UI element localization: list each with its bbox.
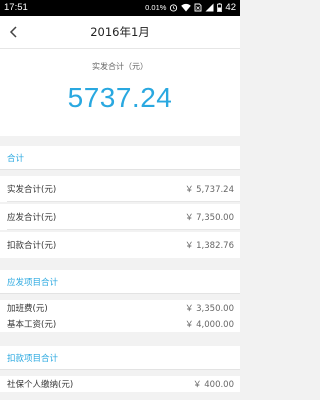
list-item: 扣款合计(元) ￥ 1,382.76: [0, 232, 240, 258]
no-sim-icon: [194, 3, 202, 12]
back-arrow-icon[interactable]: [6, 24, 22, 40]
alarm-icon: [169, 3, 178, 12]
net-pay-summary: 实发合计（元） 5737.24: [0, 48, 240, 136]
section-header-payable: 应发项目合计: [0, 270, 240, 294]
net-pay-label: 实发合计（元）: [92, 62, 148, 71]
net-pay-amount: 5737.24: [67, 82, 173, 113]
battery-icon: [217, 3, 223, 12]
row-value: ￥ 400.00: [193, 380, 234, 390]
status-indicators: 0.01% 42: [145, 2, 236, 13]
page-title: 2016年1月: [90, 25, 150, 39]
row-value: ￥ 7,350.00: [184, 213, 234, 223]
list-item: 基本工资(元) ￥ 4,000.00: [0, 316, 240, 332]
row-value: ￥ 3,350.00: [184, 304, 234, 314]
row-label: 扣款合计(元): [7, 241, 57, 251]
row-value: ￥ 5,737.24: [184, 185, 234, 195]
section-title-payable: 应发项目合计: [7, 278, 59, 288]
list-item: 社保个人缴纳(元) ￥ 400.00: [0, 376, 240, 392]
status-bar: 17:51 0.01% 42: [0, 0, 240, 16]
section-title-deduction: 扣款项目合计: [7, 354, 59, 364]
row-value: ￥ 4,000.00: [184, 320, 234, 330]
list-item: 加班费(元) ￥ 3,350.00: [0, 300, 240, 316]
row-label: 实发合计(元): [7, 185, 57, 195]
nav-bar: 2016年1月: [0, 16, 240, 48]
wifi-icon: [181, 3, 192, 12]
section-header-deduction: 扣款项目合计: [0, 346, 240, 370]
row-label: 社保个人缴纳(元): [7, 380, 74, 390]
list-item: 实发合计(元) ￥ 5,737.24: [0, 176, 240, 202]
section-title-total: 合计: [7, 154, 25, 164]
signal-icon: [205, 3, 214, 12]
row-value: ￥ 1,382.76: [184, 241, 234, 251]
row-label: 加班费(元): [7, 304, 48, 314]
list-item: 应发合计(元) ￥ 7,350.00: [0, 204, 240, 230]
data-usage-text: 0.01%: [145, 3, 167, 12]
section-header-total: 合计: [0, 146, 240, 170]
row-label: 应发合计(元): [7, 213, 57, 223]
battery-level-text: 42: [225, 2, 236, 13]
status-time: 17:51: [4, 2, 28, 13]
row-label: 基本工资(元): [7, 320, 57, 330]
